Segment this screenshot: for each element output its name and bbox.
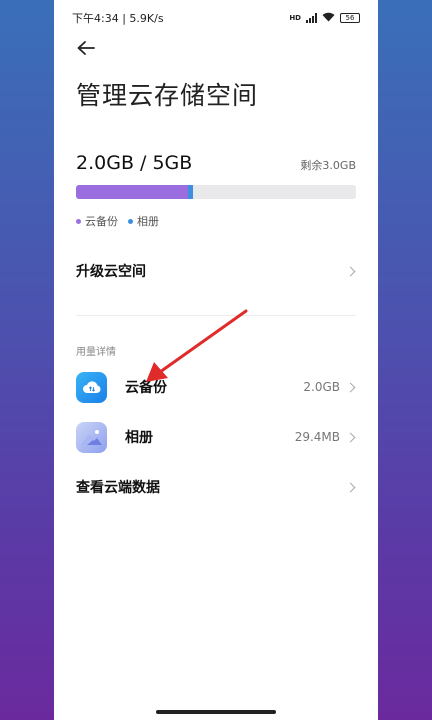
legend-backup: 云备份: [76, 213, 118, 229]
signal-icon: [306, 13, 317, 23]
chevron-right-icon: [345, 482, 356, 492]
chevron-right-icon: [345, 432, 356, 442]
storage-bar-backup: [76, 185, 188, 199]
detail-row-album[interactable]: 相册 29.4MB: [54, 420, 378, 454]
status-icons: HD 56: [289, 12, 360, 25]
battery-icon: 56: [340, 13, 360, 23]
network-type-label: HD: [289, 14, 301, 22]
chevron-right-icon: [345, 266, 356, 276]
gallery-icon: [76, 421, 107, 453]
home-indicator[interactable]: [156, 710, 276, 714]
legend-album: 相册: [128, 213, 159, 229]
detail-backup-size: 2.0GB: [303, 380, 340, 394]
view-cloud-data-label: 查看云端数据: [76, 480, 160, 496]
legend-backup-label: 云备份: [85, 215, 118, 228]
legend-dot-album: [128, 218, 133, 224]
storage-remaining: 剩余3.0GB: [300, 159, 356, 172]
status-time-speed: 下午4:34 | 5.9K/s: [72, 12, 164, 25]
detail-row-backup[interactable]: 云备份 2.0GB: [54, 370, 378, 404]
legend-album-label: 相册: [137, 215, 159, 228]
storage-bar: [76, 185, 356, 199]
chevron-right-icon: [345, 382, 356, 392]
legend-dot-backup: [76, 218, 81, 224]
upgrade-cloud-space-row[interactable]: 升级云空间: [54, 256, 378, 286]
status-bar: 下午4:34 | 5.9K/s HD 56: [54, 0, 378, 36]
phone-screen: 下午4:34 | 5.9K/s HD 56 管理云存储空间 2.0GB / 5G…: [54, 0, 378, 720]
detail-album-size: 29.4MB: [294, 430, 340, 444]
detail-backup-label: 云备份: [125, 380, 167, 396]
battery-level: 56: [345, 14, 355, 22]
storage-bar-album: [188, 185, 193, 199]
divider: [76, 315, 356, 316]
storage-usage: 2.0GB / 5GB: [76, 152, 193, 174]
storage-legend: 云备份 相册: [76, 213, 159, 229]
page-title: 管理云存储空间: [76, 81, 259, 110]
back-arrow-icon[interactable]: [76, 40, 98, 58]
view-cloud-data-row[interactable]: 查看云端数据: [54, 472, 378, 502]
cloud-backup-icon: [76, 371, 107, 403]
usage-details-heading: 用量详情: [76, 347, 116, 358]
wifi-icon: [322, 12, 335, 25]
upgrade-cloud-space-label: 升级云空间: [76, 264, 146, 280]
detail-album-label: 相册: [125, 430, 153, 446]
